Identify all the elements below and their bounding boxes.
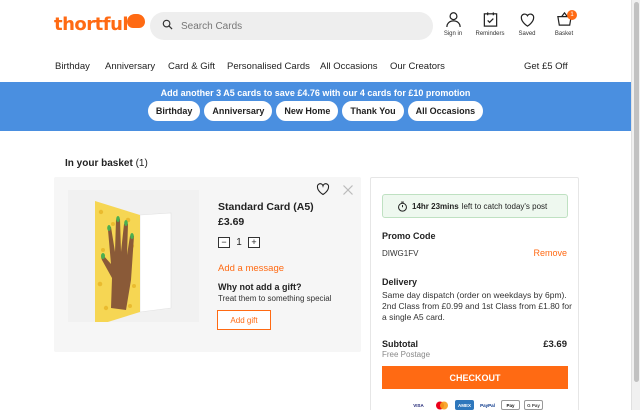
save-item-heart-icon[interactable] <box>316 182 330 196</box>
nav-item-all-occasions[interactable]: All Occasions <box>320 61 378 72</box>
gift-title: Why not add a gift? <box>218 282 302 292</box>
nav-item-birthday[interactable]: Birthday <box>55 61 90 72</box>
nav-item-personalised-cards[interactable]: Personalised Cards <box>227 61 310 72</box>
page: thortful Sign in Reminders Saved <box>0 0 631 410</box>
occasion-pills: Birthday Anniversary New Home Thank You … <box>0 101 631 121</box>
search-input[interactable] <box>181 20 411 32</box>
header-actions: Sign in Reminders Saved 1 Basket <box>436 10 584 37</box>
mastercard-icon <box>432 400 451 410</box>
scrollbar[interactable] <box>631 0 640 410</box>
saved-button[interactable]: Saved <box>510 11 544 37</box>
nav-item-anniversary[interactable]: Anniversary <box>105 61 155 72</box>
item-price: £3.69 <box>218 216 245 228</box>
checkout-button[interactable]: CHECKOUT <box>382 366 568 389</box>
add-message-link[interactable]: Add a message <box>218 263 284 274</box>
paypal-icon: PayPal <box>480 402 495 408</box>
main-nav: Birthday Anniversary Card & Gift Persona… <box>55 61 575 75</box>
basket-label: Basket <box>554 31 574 37</box>
order-summary: 14hr 23mins left to catch today's post P… <box>370 177 579 410</box>
heart-icon <box>520 13 534 27</box>
saved-label: Saved <box>518 31 536 37</box>
gift-subtitle: Treat them to something special <box>218 294 332 303</box>
pill-all-occasions[interactable]: All Occasions <box>407 101 484 121</box>
item-name: Standard Card (A5) <box>218 201 314 213</box>
site-header: thortful Sign in Reminders Saved <box>0 0 631 52</box>
scrollbar-thumb[interactable] <box>634 2 639 382</box>
subtotal-label: Subtotal <box>382 339 418 349</box>
nav-item-get-5-off[interactable]: Get £5 Off <box>524 61 568 72</box>
quantity-stepper: − 1 + <box>218 237 260 248</box>
promo-code-label: Promo Code <box>382 231 436 241</box>
basket-heading: In your basket (1) <box>65 158 148 169</box>
basket-count-badge: 1 <box>567 10 577 20</box>
quantity-value: 1 <box>236 237 242 248</box>
pill-new-home[interactable]: New Home <box>276 101 339 121</box>
pill-birthday[interactable]: Birthday <box>147 101 201 121</box>
user-icon <box>445 12 461 28</box>
basket-heading-text: In your basket <box>65 158 133 169</box>
search-icon <box>162 17 173 35</box>
remove-item-close-icon[interactable] <box>342 183 354 195</box>
amex-icon: AMEX <box>455 400 474 410</box>
sign-in-button[interactable]: Sign in <box>436 11 470 37</box>
post-cutoff-time: 14hr 23mins <box>412 201 459 211</box>
free-postage-note: Free Postage <box>382 350 431 359</box>
apple-pay-icon: Pay <box>501 400 520 410</box>
post-cutoff-notice: 14hr 23mins left to catch today's post <box>382 194 568 218</box>
nav-item-card-gift[interactable]: Card & Gift <box>168 61 215 72</box>
sign-in-label: Sign in <box>443 31 463 37</box>
quantity-decrease-button[interactable]: − <box>218 237 230 248</box>
logo-text: thortful <box>54 14 129 35</box>
search-bar[interactable] <box>150 12 433 40</box>
basket-button[interactable]: 1 Basket <box>547 10 581 37</box>
promo-code-value: DIWG1FV <box>382 249 419 258</box>
nav-item-our-creators[interactable]: Our Creators <box>390 61 445 72</box>
promo-banner-text: Add another 3 A5 cards to save £4.76 wit… <box>160 88 471 98</box>
card-thumbnail[interactable] <box>68 190 199 326</box>
reminders-button[interactable]: Reminders <box>473 11 507 37</box>
basket-item: Standard Card (A5) £3.69 − 1 + Add a mes… <box>54 177 361 352</box>
quantity-increase-button[interactable]: + <box>248 237 260 248</box>
basket-heading-count: (1) <box>135 158 148 169</box>
logo[interactable]: thortful <box>54 13 146 35</box>
logo-mark <box>127 13 146 28</box>
payment-methods: VISA AMEX PayPal Pay G Pay <box>409 400 543 410</box>
add-gift-button[interactable]: Add gift <box>217 310 271 330</box>
timer-icon <box>398 201 407 212</box>
delivery-label: Delivery <box>382 277 418 287</box>
calendar-check-icon <box>483 12 497 27</box>
pill-anniversary[interactable]: Anniversary <box>204 101 273 121</box>
pill-thank-you[interactable]: Thank You <box>342 101 404 121</box>
google-pay-icon: G Pay <box>524 400 543 410</box>
card-image <box>95 201 172 326</box>
delivery-text: Same day dispatch (order on weekdays by … <box>382 290 572 322</box>
subtotal-value: £3.69 <box>543 339 567 350</box>
post-cutoff-text: left to catch today's post <box>461 201 548 211</box>
reminders-label: Reminders <box>475 31 505 37</box>
visa-icon: VISA <box>413 402 424 408</box>
remove-promo-link[interactable]: Remove <box>533 248 567 258</box>
